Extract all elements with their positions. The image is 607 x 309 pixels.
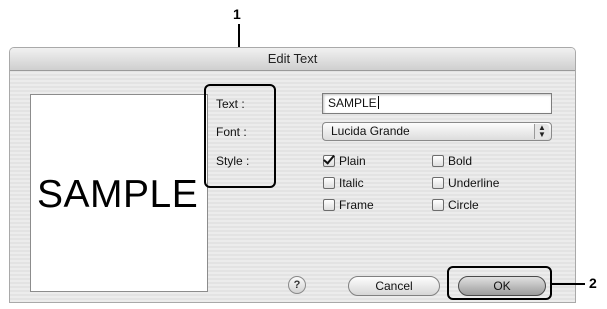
style-underline-label: Underline	[448, 176, 500, 190]
style-circle-label: Circle	[448, 198, 479, 212]
text-caret	[377, 96, 379, 109]
checkmark-icon	[323, 155, 335, 167]
up-down-arrows-icon: ▲ ▼	[534, 124, 549, 139]
style-underline-checkbox[interactable]: Underline	[432, 176, 499, 190]
checkbox-icon	[323, 177, 335, 189]
font-select-value: Lucida Grande	[331, 124, 410, 138]
style-frame-label: Frame	[339, 198, 374, 212]
cancel-button[interactable]: Cancel	[348, 276, 440, 296]
text-input-value: SAMPLE	[328, 96, 377, 110]
checkbox-icon	[432, 155, 444, 167]
font-select[interactable]: Lucida Grande ▲ ▼	[322, 122, 552, 141]
checkbox-icon	[432, 177, 444, 189]
style-frame-checkbox[interactable]: Frame	[323, 198, 374, 212]
dialog-title: Edit Text	[10, 48, 575, 71]
checkbox-icon	[432, 199, 444, 211]
text-preview-panel: SAMPLE	[30, 94, 208, 292]
style-plain-checkbox[interactable]: Plain	[323, 154, 366, 168]
style-italic-label: Italic	[339, 176, 364, 190]
checkbox-icon	[323, 199, 335, 211]
labels-callout-box	[204, 84, 276, 188]
question-mark-icon[interactable]: ?	[288, 276, 306, 294]
edit-text-dialog: Edit Text SAMPLE Text : Font : Style : S…	[9, 47, 576, 303]
style-circle-checkbox[interactable]: Circle	[432, 198, 479, 212]
style-bold-checkbox[interactable]: Bold	[432, 154, 472, 168]
style-italic-checkbox[interactable]: Italic	[323, 176, 364, 190]
text-input[interactable]: SAMPLE	[322, 93, 552, 114]
callout-number-2: 2	[589, 275, 597, 291]
style-bold-label: Bold	[448, 154, 473, 168]
preview-text: SAMPLE	[37, 173, 199, 216]
ok-callout-box	[447, 266, 552, 300]
style-plain-label: Plain	[339, 154, 366, 168]
callout-line-2	[552, 283, 585, 285]
callout-number-1: 1	[233, 6, 241, 22]
